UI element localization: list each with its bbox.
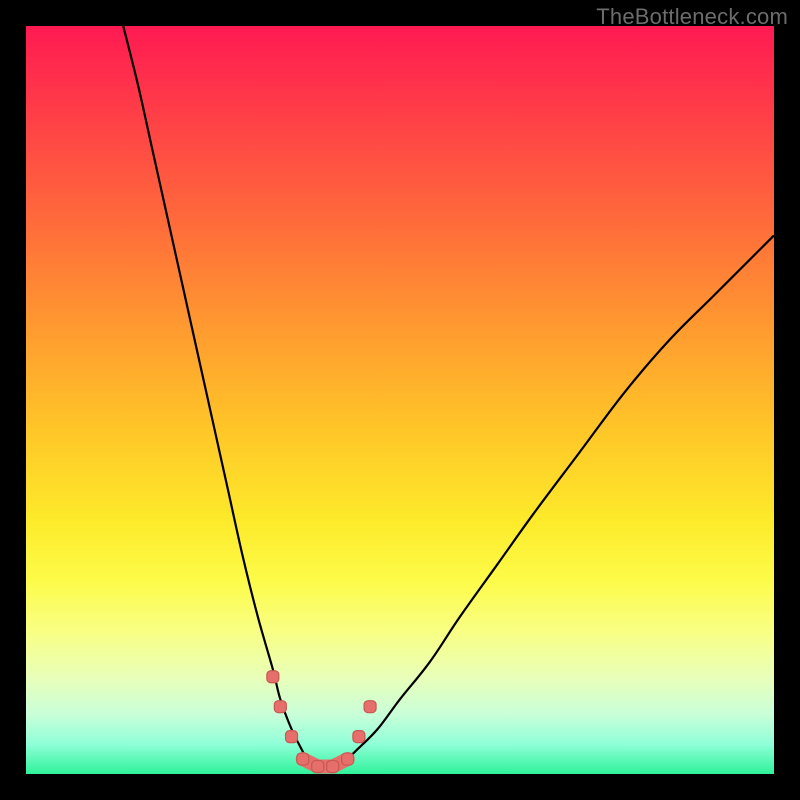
marker-dot xyxy=(274,701,286,713)
bottleneck-run xyxy=(303,759,348,766)
bottleneck-markers xyxy=(267,671,376,773)
marker-dot xyxy=(342,753,354,765)
right-curve xyxy=(340,235,774,766)
marker-dot xyxy=(327,761,339,773)
chart-frame: TheBottleneck.com xyxy=(0,0,800,800)
marker-dot xyxy=(297,753,309,765)
marker-dot xyxy=(286,731,298,743)
chart-svg xyxy=(26,26,774,774)
marker-dot xyxy=(312,761,324,773)
marker-dot xyxy=(364,701,376,713)
plot-area xyxy=(26,26,774,774)
marker-dot xyxy=(353,731,365,743)
marker-dot xyxy=(267,671,279,683)
watermark-text: TheBottleneck.com xyxy=(596,4,788,30)
left-curve xyxy=(123,26,310,767)
